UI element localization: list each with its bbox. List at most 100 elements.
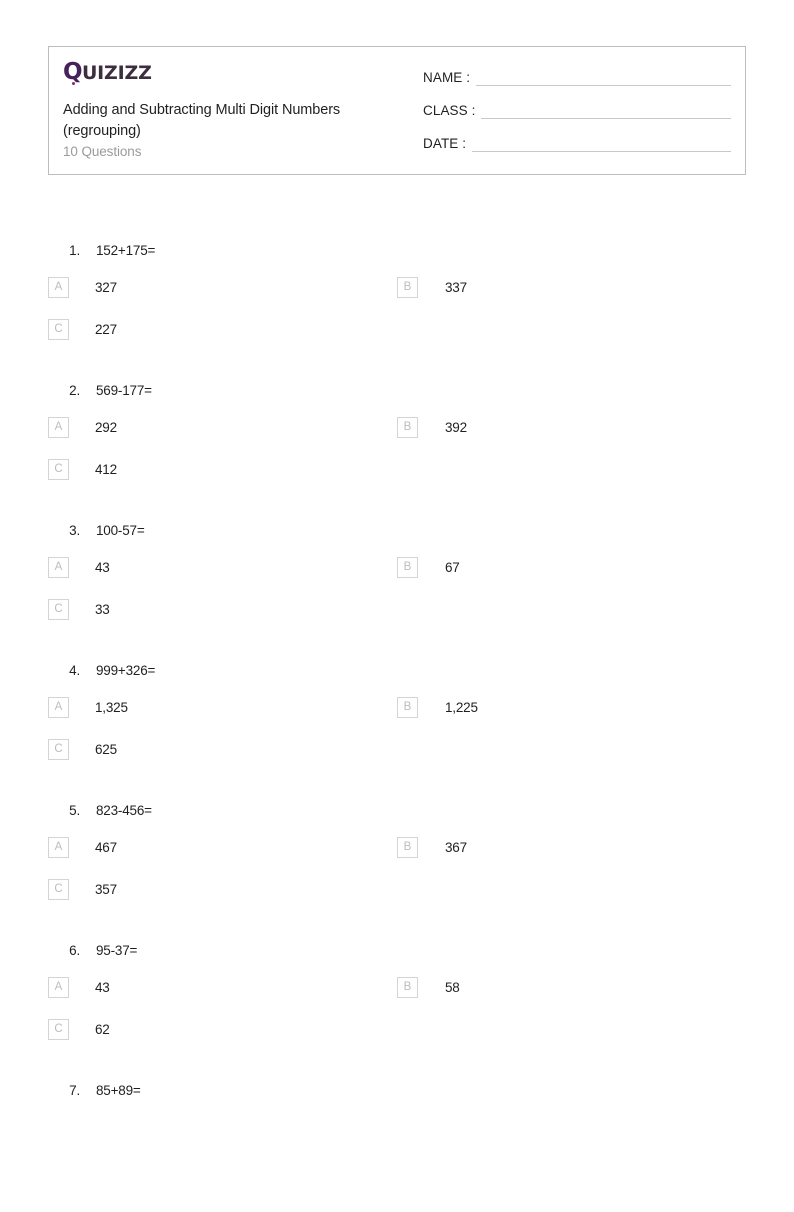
answer-option-a[interactable]: A467 bbox=[48, 832, 117, 862]
answer-option-b[interactable]: B 1,225 bbox=[397, 692, 478, 722]
answer-option-b[interactable]: B 392 bbox=[397, 412, 467, 442]
answer-options: A467 B367 C 357 bbox=[0, 832, 794, 916]
option-text: 327 bbox=[95, 280, 117, 295]
option-text: 67 bbox=[445, 560, 460, 575]
option-text: 1,225 bbox=[445, 700, 478, 715]
option-letter-badge[interactable]: B bbox=[397, 277, 418, 298]
question-header: 3. 100-57= bbox=[0, 512, 794, 552]
answer-option-row: C 33 bbox=[0, 594, 794, 636]
field-row-date: DATE : bbox=[423, 135, 731, 152]
answer-options: A 1,325 B 1,225 C 625 bbox=[0, 692, 794, 776]
option-text: 43 bbox=[95, 980, 110, 995]
option-letter-badge[interactable]: A bbox=[48, 417, 69, 438]
question-block: 3. 100-57= A43 B 67 C 33 bbox=[0, 512, 794, 652]
answer-option-a[interactable]: A 1,325 bbox=[48, 692, 128, 722]
answer-option-c[interactable]: C62 bbox=[48, 1014, 110, 1044]
question-text: 100-57= bbox=[96, 523, 145, 538]
option-letter-badge[interactable]: C bbox=[48, 879, 69, 900]
option-letter-badge[interactable]: C bbox=[48, 739, 69, 760]
option-letter-badge[interactable]: B bbox=[397, 557, 418, 578]
question-text: 999+326= bbox=[96, 663, 155, 678]
answer-option-row: A 327 B 337 bbox=[0, 272, 794, 314]
question-text: 823-456= bbox=[96, 803, 152, 818]
answer-option-row: A 43 B 58 bbox=[0, 972, 794, 1014]
option-letter-badge[interactable]: C bbox=[48, 599, 69, 620]
question-header: 2. 569-177= bbox=[0, 372, 794, 412]
question-block: 1.152+175= A 327 B 337 C227 bbox=[0, 232, 794, 372]
question-number: 5. bbox=[48, 803, 80, 818]
option-letter-badge[interactable]: A bbox=[48, 837, 69, 858]
answer-option-c[interactable]: C 412 bbox=[48, 454, 117, 484]
answer-option-b[interactable]: B 67 bbox=[397, 552, 460, 582]
class-field-label: CLASS : bbox=[423, 102, 475, 119]
question-text: 95-37= bbox=[96, 943, 137, 958]
option-text: 58 bbox=[445, 980, 460, 995]
option-text: 392 bbox=[445, 420, 467, 435]
question-header: 7.85+89= bbox=[0, 1072, 794, 1112]
answer-option-row: A 1,325 B 1,225 bbox=[0, 692, 794, 734]
option-letter-badge[interactable]: B bbox=[397, 697, 418, 718]
answer-option-row: C62 bbox=[0, 1014, 794, 1056]
answer-option-row: A292 B 392 bbox=[0, 412, 794, 454]
question-block: 7.85+89= bbox=[0, 1072, 794, 1212]
question-number: 3. bbox=[48, 523, 80, 538]
answer-option-b[interactable]: B 337 bbox=[397, 272, 467, 302]
answer-option-a[interactable]: A 43 bbox=[48, 972, 110, 1002]
option-text: 412 bbox=[95, 462, 117, 477]
question-text: 152+175= bbox=[96, 243, 155, 258]
date-field-input[interactable] bbox=[472, 136, 731, 152]
question-text: 569-177= bbox=[96, 383, 152, 398]
logo-dot-icon bbox=[72, 82, 75, 85]
answer-option-row: C 625 bbox=[0, 734, 794, 776]
option-letter-badge[interactable]: B bbox=[397, 417, 418, 438]
option-letter-badge[interactable]: A bbox=[48, 277, 69, 298]
answer-option-c[interactable]: C 357 bbox=[48, 874, 117, 904]
question-block: 6. 95-37= A 43 B 58 C62 bbox=[0, 932, 794, 1072]
option-text: 357 bbox=[95, 882, 117, 897]
header-fields-column: NAME : CLASS : DATE : bbox=[419, 47, 745, 174]
answer-option-b[interactable]: B367 bbox=[397, 832, 467, 862]
question-block: 4. 999+326= A 1,325 B 1,225 C 625 bbox=[0, 652, 794, 792]
quizizz-logo: Quizizz bbox=[63, 61, 152, 84]
class-field-input[interactable] bbox=[481, 103, 731, 119]
name-field-input[interactable] bbox=[476, 70, 731, 86]
answer-option-row: A43 B 67 bbox=[0, 552, 794, 594]
question-header: 1.152+175= bbox=[0, 232, 794, 272]
question-number: 7. bbox=[48, 1083, 80, 1098]
answer-option-b[interactable]: B 58 bbox=[397, 972, 460, 1002]
question-number: 2. bbox=[48, 383, 80, 398]
option-letter-badge[interactable]: B bbox=[397, 977, 418, 998]
worksheet-title: Adding and Subtracting Multi Digit Numbe… bbox=[63, 100, 403, 142]
answer-option-row: A467 B367 bbox=[0, 832, 794, 874]
answer-options: A 327 B 337 C227 bbox=[0, 272, 794, 356]
answer-option-c[interactable]: C227 bbox=[48, 314, 117, 344]
option-letter-badge[interactable]: C bbox=[48, 459, 69, 480]
field-row-name: NAME : bbox=[423, 69, 731, 86]
question-number: 6. bbox=[48, 943, 80, 958]
answer-option-c[interactable]: C 33 bbox=[48, 594, 110, 624]
answer-options: A43 B 67 C 33 bbox=[0, 552, 794, 636]
question-number: 4. bbox=[48, 663, 80, 678]
option-letter-badge[interactable]: A bbox=[48, 557, 69, 578]
answer-option-row: C 412 bbox=[0, 454, 794, 496]
logo-wordmark-rest: uizizz bbox=[82, 62, 152, 84]
answer-option-a[interactable]: A43 bbox=[48, 552, 110, 582]
answer-option-a[interactable]: A 327 bbox=[48, 272, 117, 302]
name-field-label: NAME : bbox=[423, 69, 470, 86]
option-letter-badge[interactable]: C bbox=[48, 1019, 69, 1040]
option-text: 337 bbox=[445, 280, 467, 295]
option-letter-badge[interactable]: A bbox=[48, 697, 69, 718]
option-text: 625 bbox=[95, 742, 117, 757]
option-letter-badge[interactable]: A bbox=[48, 977, 69, 998]
option-text: 33 bbox=[95, 602, 110, 617]
worksheet-question-count: 10 Questions bbox=[63, 142, 419, 162]
option-text: 1,325 bbox=[95, 700, 128, 715]
answer-options: A292 B 392 C 412 bbox=[0, 412, 794, 496]
option-letter-badge[interactable]: C bbox=[48, 319, 69, 340]
answer-option-a[interactable]: A292 bbox=[48, 412, 117, 442]
option-letter-badge[interactable]: B bbox=[397, 837, 418, 858]
field-row-class: CLASS : bbox=[423, 102, 731, 119]
worksheet-header-card: Quizizz Adding and Subtracting Multi Dig… bbox=[48, 46, 746, 175]
question-header: 5. 823-456= bbox=[0, 792, 794, 832]
answer-option-c[interactable]: C 625 bbox=[48, 734, 117, 764]
